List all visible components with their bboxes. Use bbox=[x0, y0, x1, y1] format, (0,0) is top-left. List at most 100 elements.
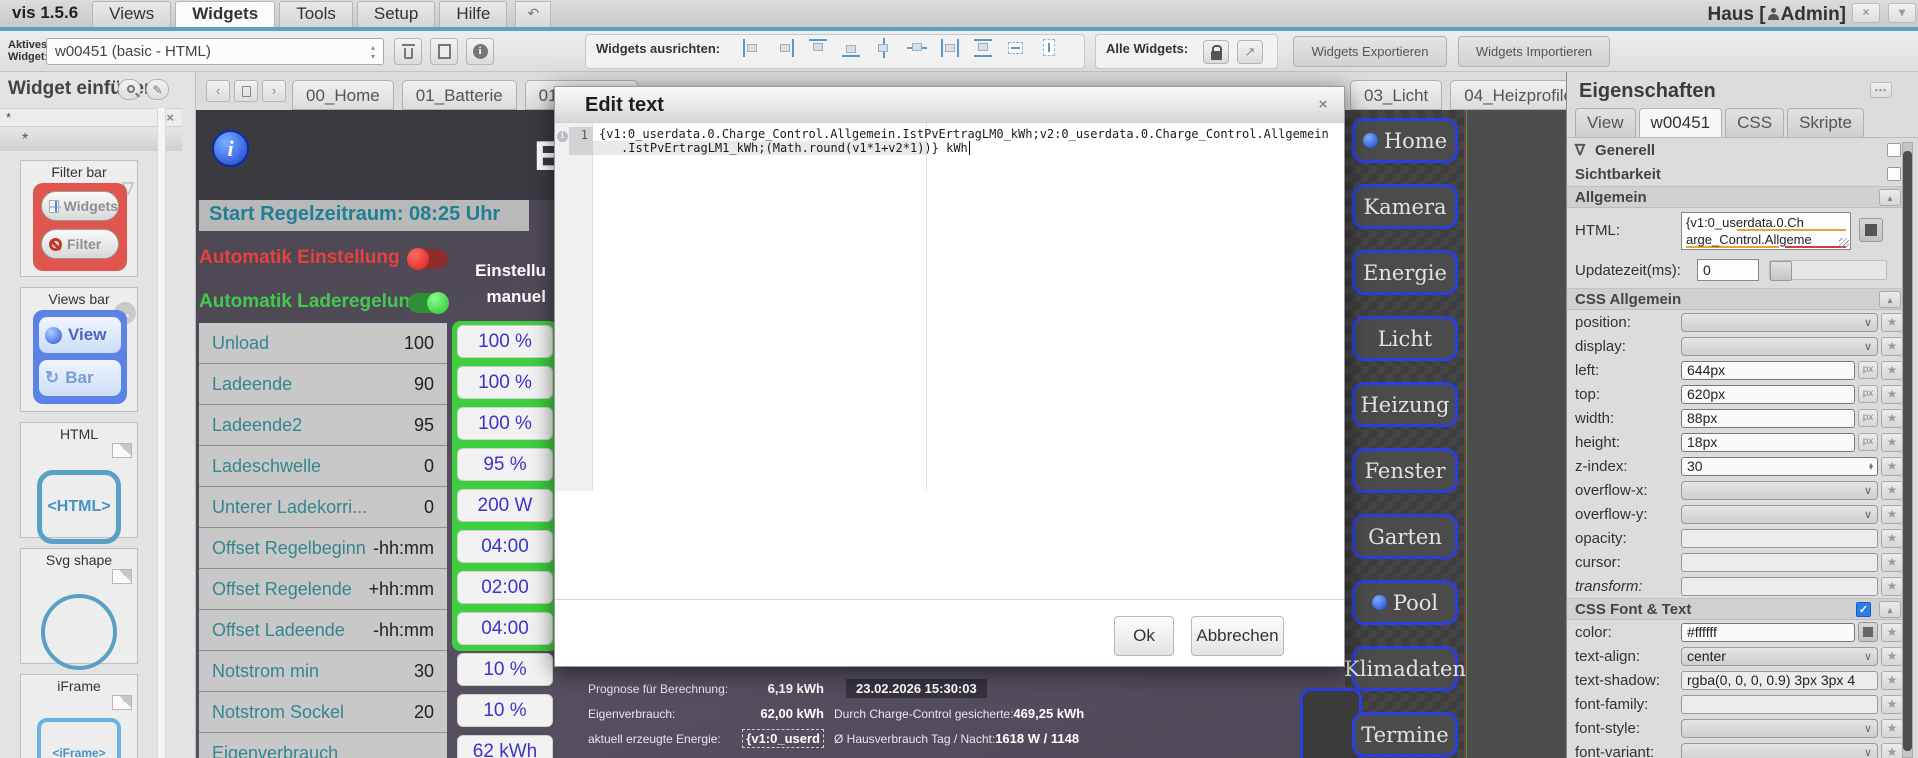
font-property-input[interactable]: center bbox=[1681, 646, 1878, 666]
favorite-star-button[interactable]: ★ bbox=[1881, 336, 1903, 356]
cancel-button[interactable]: Abbrechen bbox=[1191, 616, 1284, 656]
parameter-row[interactable]: Eigenverbrauch bbox=[199, 733, 447, 758]
generell-row[interactable]: ∇ Generell bbox=[1567, 138, 1907, 162]
css-font-checkbox[interactable]: ✓ bbox=[1856, 601, 1871, 617]
align-left-icon[interactable] bbox=[740, 36, 764, 60]
align-right-icon[interactable] bbox=[773, 36, 797, 60]
css-property-input[interactable] bbox=[1681, 336, 1878, 356]
widget-card-html[interactable]: HTML <HTML> bbox=[20, 422, 138, 544]
font-property-input[interactable] bbox=[1681, 718, 1878, 738]
nav-menu-button[interactable]: Termine bbox=[1352, 712, 1458, 757]
font-property-input[interactable] bbox=[1681, 742, 1878, 758]
active-widget-select[interactable]: w00451 (basic - HTML) ▴ ▾ bbox=[46, 38, 384, 65]
window-close-button[interactable]: × bbox=[1852, 3, 1880, 23]
css-property-input[interactable] bbox=[1681, 504, 1878, 524]
clone-widget-button[interactable] bbox=[430, 38, 458, 65]
section-css-font-text[interactable]: CSS Font & Text ✓ ▴ bbox=[1567, 598, 1907, 620]
favorite-star-button[interactable]: ★ bbox=[1881, 670, 1903, 690]
match-width-icon[interactable] bbox=[1004, 36, 1028, 60]
edit-filter-button[interactable]: ✎ bbox=[146, 79, 169, 100]
html-field-textarea[interactable]: {v1:0_userdata.0.Ch arge_Control.Allgeme bbox=[1681, 212, 1851, 250]
css-property-input[interactable] bbox=[1681, 312, 1878, 332]
favorite-star-button[interactable]: ★ bbox=[1881, 528, 1903, 548]
menu-tab[interactable]: Views bbox=[92, 1, 172, 27]
undo-button[interactable]: ↶ bbox=[515, 1, 552, 27]
collapse-button[interactable]: ▴ bbox=[1879, 188, 1901, 206]
properties-tab[interactable]: CSS bbox=[1725, 108, 1785, 137]
resize-handle[interactable] bbox=[1839, 238, 1849, 248]
favorite-star-button[interactable]: ★ bbox=[1881, 480, 1903, 500]
properties-tab[interactable]: View bbox=[1575, 108, 1636, 137]
next-view-button[interactable]: › bbox=[262, 80, 286, 102]
font-property-input[interactable]: rgba(0, 0, 0, 0.9) 3px 3px 4 bbox=[1681, 670, 1878, 690]
px-unit-button[interactable]: px bbox=[1858, 361, 1878, 379]
favorite-star-button[interactable]: ★ bbox=[1881, 718, 1903, 738]
px-unit-button[interactable]: px bbox=[1858, 409, 1878, 427]
open-editor-button[interactable] bbox=[1859, 218, 1883, 242]
view-tab[interactable]: 03_Licht bbox=[1350, 80, 1443, 110]
import-widgets-button[interactable]: Widgets Importieren bbox=[1458, 36, 1610, 67]
value-button[interactable]: 100 % bbox=[457, 366, 553, 399]
collapse-button[interactable]: ▴ bbox=[1879, 600, 1901, 618]
section-allgemein[interactable]: Allgemein ▴ bbox=[1567, 186, 1907, 208]
code-editor[interactable]: i 1 {v1:0_userdata.0.Charge_Control.Allg… bbox=[555, 123, 1344, 491]
view-tab[interactable]: 04_Heizprofile bbox=[1450, 80, 1566, 110]
search-widget-button[interactable] bbox=[118, 79, 141, 100]
nav-menu-button[interactable]: Pool bbox=[1352, 580, 1458, 625]
favorite-star-button[interactable]: ★ bbox=[1881, 384, 1903, 404]
nav-menu-button[interactable]: Home bbox=[1352, 118, 1458, 163]
nav-menu-button[interactable]: Licht bbox=[1352, 316, 1458, 361]
widget-card-iframe[interactable]: iFrame <iFrame> bbox=[20, 674, 138, 758]
value-button[interactable]: 100 % bbox=[457, 325, 553, 358]
collapse-button[interactable]: ▴ bbox=[1879, 290, 1901, 308]
section-css-allgemein[interactable]: CSS Allgemein ▴ bbox=[1567, 288, 1907, 310]
prev-view-button[interactable]: ‹ bbox=[206, 80, 230, 102]
css-property-input[interactable]: 620px bbox=[1681, 384, 1855, 404]
font-property-input[interactable] bbox=[1681, 694, 1878, 714]
sichtbarkeit-checkbox[interactable] bbox=[1887, 167, 1901, 181]
updatezeit-input[interactable]: 0 bbox=[1697, 259, 1759, 281]
value-button[interactable]: 04:00 bbox=[457, 612, 553, 645]
css-property-input[interactable] bbox=[1681, 528, 1878, 548]
widget-card-views-bar[interactable]: Views bar → View ↻ Bar bbox=[20, 287, 138, 412]
font-property-input[interactable]: #ffffff bbox=[1681, 622, 1855, 642]
delete-widget-button[interactable] bbox=[394, 38, 422, 65]
widget-category-row[interactable]: * bbox=[0, 129, 182, 151]
info-value[interactable]: 6,19 kWh bbox=[768, 681, 824, 696]
parameter-row[interactable]: Ladeende2 95 bbox=[199, 405, 447, 446]
value-button[interactable]: 100 % bbox=[457, 407, 553, 440]
value-button[interactable]: 04:00 bbox=[457, 530, 553, 563]
automatik-laderegelung-toggle[interactable] bbox=[408, 292, 449, 314]
css-property-input[interactable] bbox=[1681, 576, 1878, 596]
favorite-star-button[interactable]: ★ bbox=[1881, 552, 1903, 572]
favorite-star-button[interactable]: ★ bbox=[1881, 646, 1903, 666]
menu-tab[interactable]: Hilfe bbox=[439, 1, 508, 27]
color-picker-button[interactable] bbox=[1858, 622, 1878, 642]
show-widgets-button[interactable]: ↗ bbox=[1237, 40, 1263, 64]
export-widgets-button[interactable]: Widgets Exportieren bbox=[1293, 36, 1447, 67]
value-button[interactable]: 10 % bbox=[457, 694, 553, 727]
sichtbarkeit-row[interactable]: Sichtbarkeit bbox=[1567, 162, 1907, 186]
value-button[interactable]: 200 W bbox=[457, 489, 553, 522]
parameter-row[interactable]: Unterer Ladekorri... 0 bbox=[199, 487, 447, 528]
favorite-star-button[interactable]: ★ bbox=[1881, 742, 1903, 758]
dialog-close-button[interactable]: × bbox=[1312, 94, 1334, 116]
align-center-horizontal-icon[interactable] bbox=[905, 36, 929, 60]
window-menu-button[interactable]: ▾ bbox=[1888, 3, 1916, 23]
favorite-star-button[interactable]: ★ bbox=[1881, 456, 1903, 476]
widget-filter-row[interactable]: * × bbox=[0, 108, 182, 127]
nav-menu-button[interactable]: Kamera bbox=[1352, 184, 1458, 229]
px-unit-button[interactable]: px bbox=[1858, 385, 1878, 403]
info-widget[interactable]: i bbox=[212, 130, 249, 167]
nav-menu-button[interactable]: Klimadaten bbox=[1344, 646, 1466, 691]
parameter-row[interactable]: Notstrom Sockel 20 bbox=[199, 692, 447, 733]
ok-button[interactable]: Ok bbox=[1114, 616, 1174, 656]
align-center-vertical-icon[interactable] bbox=[872, 36, 896, 60]
parameter-row[interactable]: Ladeende 90 bbox=[199, 364, 447, 405]
css-property-input[interactable]: 644px bbox=[1681, 360, 1855, 380]
favorite-star-button[interactable]: ★ bbox=[1881, 622, 1903, 642]
parameter-row[interactable]: Notstrom min 30 bbox=[199, 651, 447, 692]
properties-scrollbar[interactable] bbox=[1902, 142, 1913, 758]
css-property-input[interactable]: 18px bbox=[1681, 432, 1855, 452]
dialog-title-bar[interactable]: Edit text × bbox=[555, 87, 1344, 123]
